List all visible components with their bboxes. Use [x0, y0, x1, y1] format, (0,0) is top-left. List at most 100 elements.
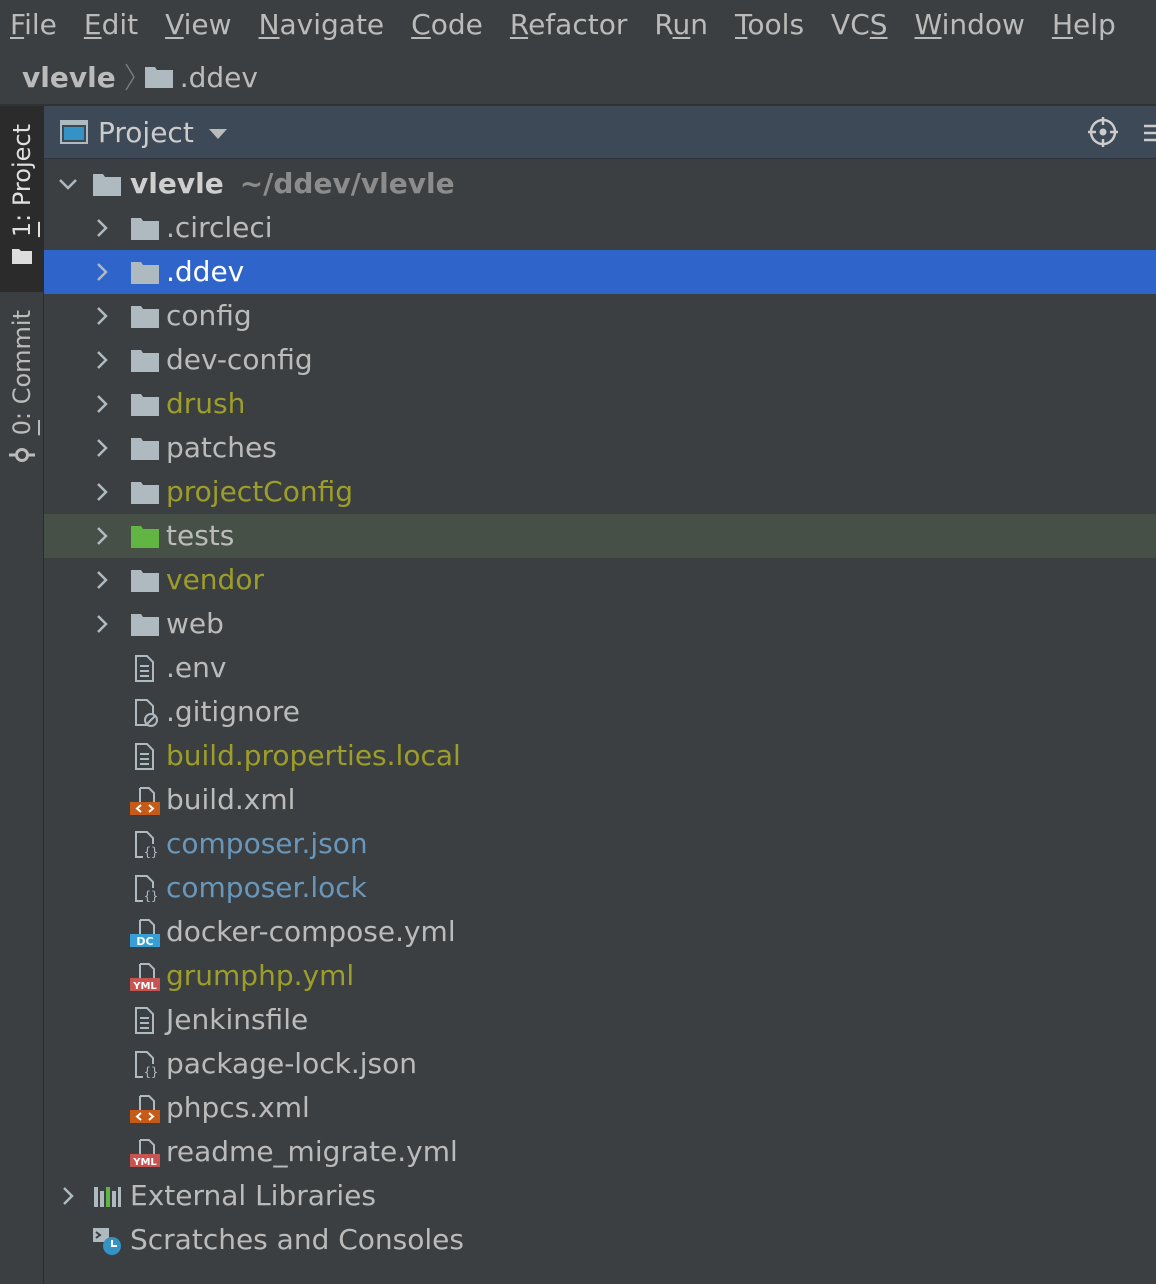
- chevron-right-icon[interactable]: [92, 438, 112, 458]
- menu-item[interactable]: Code: [411, 0, 483, 50]
- breadcrumb-current[interactable]: .ddev: [180, 61, 258, 94]
- panel-title[interactable]: Project: [98, 116, 194, 149]
- text-file-icon: [130, 742, 160, 772]
- menu-item[interactable]: Tools: [735, 0, 804, 50]
- menu-item-text: VC: [831, 8, 870, 41]
- chevron-down-icon[interactable]: [58, 174, 78, 194]
- tool-tab-project-label: 1: Project: [7, 124, 36, 238]
- tree-folder[interactable]: patches: [44, 426, 1156, 470]
- svg-text:{}: {}: [144, 845, 158, 859]
- tree-folder[interactable]: drush: [44, 382, 1156, 426]
- tree-scratches[interactable]: Scratches and Consoles: [44, 1218, 1156, 1262]
- menu-item-mnemonic: V: [165, 8, 184, 41]
- tree-folder[interactable]: projectConfig: [44, 470, 1156, 514]
- tree-item-label: build.properties.local: [166, 734, 461, 778]
- tree-item-name: phpcs.xml: [166, 1091, 310, 1124]
- menu-item[interactable]: View: [165, 0, 231, 50]
- tree-folder[interactable]: .circleci: [44, 206, 1156, 250]
- tree-item-label: tests: [166, 514, 234, 558]
- test-folder-icon: [130, 522, 160, 552]
- chevron-down-icon[interactable]: [208, 128, 228, 140]
- tree-item-path: ~/ddev/vlevle: [239, 167, 455, 200]
- chevron-right-icon[interactable]: [58, 1186, 78, 1206]
- tree-file[interactable]: phpcs.xml: [44, 1086, 1156, 1130]
- folder-icon: [144, 64, 174, 90]
- menu-item[interactable]: Edit: [84, 0, 138, 50]
- breadcrumb-separator-icon: [124, 62, 136, 92]
- tree-external-libraries[interactable]: External Libraries: [44, 1174, 1156, 1218]
- tree-item-name: drush: [166, 387, 246, 420]
- tree-file[interactable]: build.properties.local: [44, 734, 1156, 778]
- commit-icon: [8, 445, 35, 469]
- menu-item[interactable]: Run: [654, 0, 708, 50]
- crosshair-icon[interactable]: [1087, 116, 1119, 152]
- chevron-right-icon[interactable]: [92, 350, 112, 370]
- tree-file[interactable]: .env: [44, 646, 1156, 690]
- menu-item-mnemonic: W: [914, 8, 942, 41]
- tree-folder[interactable]: config: [44, 294, 1156, 338]
- tree-file[interactable]: YML grumphp.yml: [44, 954, 1156, 998]
- json-file-icon: {}: [130, 830, 160, 860]
- menu-item[interactable]: Window: [915, 0, 1025, 50]
- ignore-file-icon: [130, 698, 160, 728]
- tree-folder[interactable]: web: [44, 602, 1156, 646]
- folder-icon: [130, 302, 160, 332]
- menu-item-text: ools: [747, 8, 805, 41]
- chevron-right-icon[interactable]: [92, 306, 112, 326]
- tree-item-label: readme_migrate.yml: [166, 1130, 458, 1174]
- breadcrumb-root[interactable]: vlevle: [22, 61, 116, 94]
- menu-item-mnemonic: u: [672, 8, 691, 41]
- menu-item-mnemonic: E: [83, 8, 102, 41]
- scratches-icon: [92, 1226, 122, 1256]
- tree-item-name: projectConfig: [166, 475, 354, 508]
- json-file-icon: {}: [130, 874, 160, 904]
- menu-item-text: ile: [24, 8, 57, 41]
- menu-item-text: dit: [101, 8, 139, 41]
- tree-folder[interactable]: vendor: [44, 558, 1156, 602]
- tree-item-name: vlevle: [130, 167, 224, 200]
- menu-item[interactable]: VCS: [831, 0, 888, 50]
- tree-file[interactable]: {} package-lock.json: [44, 1042, 1156, 1086]
- tree-file[interactable]: build.xml: [44, 778, 1156, 822]
- tool-tab-project[interactable]: 1: Project: [0, 106, 43, 292]
- tree-file[interactable]: Jenkinsfile: [44, 998, 1156, 1042]
- tree-file[interactable]: DC docker-compose.yml: [44, 910, 1156, 954]
- tree-file[interactable]: {} composer.lock: [44, 866, 1156, 910]
- tree-item-label: grumphp.yml: [166, 954, 354, 998]
- menu-item[interactable]: File: [10, 0, 57, 50]
- menu-item[interactable]: Help: [1052, 0, 1116, 50]
- chevron-right-icon[interactable]: [92, 218, 112, 238]
- menu-item-mnemonic: R: [509, 8, 529, 41]
- svg-text:YML: YML: [132, 1157, 157, 1168]
- tree-file[interactable]: .gitignore: [44, 690, 1156, 734]
- chevron-right-icon[interactable]: [92, 526, 112, 546]
- tree-file[interactable]: {} composer.json: [44, 822, 1156, 866]
- json-file-icon: {}: [130, 1050, 160, 1080]
- tree-item-label: drush: [166, 382, 245, 426]
- tree-folder[interactable]: tests: [44, 514, 1156, 558]
- chevron-right-icon[interactable]: [92, 262, 112, 282]
- svg-text:{}: {}: [144, 889, 158, 903]
- chevron-right-icon[interactable]: [92, 614, 112, 634]
- collapse-icon[interactable]: [1140, 118, 1156, 152]
- tree-root[interactable]: vlevle ~/ddev/vlevle: [44, 162, 1156, 206]
- tree-item-label: package-lock.json: [166, 1042, 417, 1086]
- menu-item-mnemonic: H: [1051, 8, 1074, 41]
- tree-folder[interactable]: dev-config: [44, 338, 1156, 382]
- menu-item-mnemonic: F: [10, 8, 25, 41]
- tree-file[interactable]: YML readme_migrate.yml: [44, 1130, 1156, 1174]
- tree-item-name: readme_migrate.yml: [166, 1135, 458, 1168]
- menu-item[interactable]: Navigate: [259, 0, 385, 50]
- chevron-right-icon[interactable]: [92, 394, 112, 414]
- menu-item-text: avigate: [279, 8, 385, 41]
- tree-item-label: composer.json: [166, 822, 368, 866]
- menu-item[interactable]: Refactor: [510, 0, 627, 50]
- tree-item-name: web: [166, 607, 224, 640]
- folder-icon: [130, 390, 160, 420]
- tool-tab-commit[interactable]: 0: Commit: [0, 310, 43, 470]
- tree-item-label: .circleci: [166, 206, 273, 250]
- tree-item-name: build.xml: [166, 783, 296, 816]
- tree-folder[interactable]: .ddev: [44, 250, 1156, 294]
- chevron-right-icon[interactable]: [92, 482, 112, 502]
- chevron-right-icon[interactable]: [92, 570, 112, 590]
